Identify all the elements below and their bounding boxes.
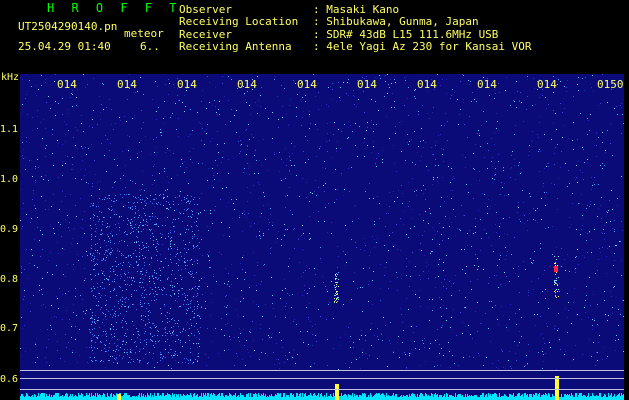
spectrogram-canvas [20, 74, 624, 400]
y-tick-label: 0.6 [0, 374, 19, 385]
x-tick-label: 014 [57, 78, 77, 91]
spectrogram-plot [20, 74, 624, 400]
x-tick-label: 014 [117, 78, 137, 91]
y-tick-label: 1.1 [0, 124, 19, 135]
location-key: Receiving Location [179, 15, 299, 29]
x-tick-label: 014 [177, 78, 197, 91]
antenna-key: Receiving Antenna [179, 39, 292, 53]
filename-label: UT2504290140.pn [18, 20, 118, 33]
x-tick-label: 014 [357, 78, 377, 91]
station-info: Observer: Masaki Kano Receiving Location… [179, 3, 532, 53]
x-tick-label: 0150 [597, 78, 624, 91]
y-tick-label: 0.7 [0, 323, 19, 334]
y-tick-label: 1.0 [0, 174, 19, 185]
location-value: : Shibukawa, Gunma, Japan [313, 15, 479, 29]
y-tick-label: 0.9 [0, 224, 19, 235]
header-panel: H R O F F T UT2504290140.pn meteor 25.04… [0, 0, 629, 72]
guide-line [20, 370, 624, 371]
count-label: 6.. [140, 40, 160, 53]
y-axis-unit: kHz [1, 72, 20, 83]
x-tick-label: 014 [477, 78, 497, 91]
x-tick-label: 014 [537, 78, 557, 91]
x-tick-label: 014 [417, 78, 437, 91]
x-tick-label: 014 [297, 78, 317, 91]
guide-line [20, 389, 624, 390]
brand-label: H R O F F T [47, 1, 182, 15]
datetime-label: 25.04.29 01:40 [18, 40, 111, 53]
antenna-value: : 4ele Yagi Az 230 for Kansai VOR [313, 39, 532, 53]
guide-line [20, 378, 624, 379]
mode-label: meteor [124, 27, 164, 40]
y-tick-label: 0.8 [0, 274, 19, 285]
x-tick-label: 014 [237, 78, 257, 91]
